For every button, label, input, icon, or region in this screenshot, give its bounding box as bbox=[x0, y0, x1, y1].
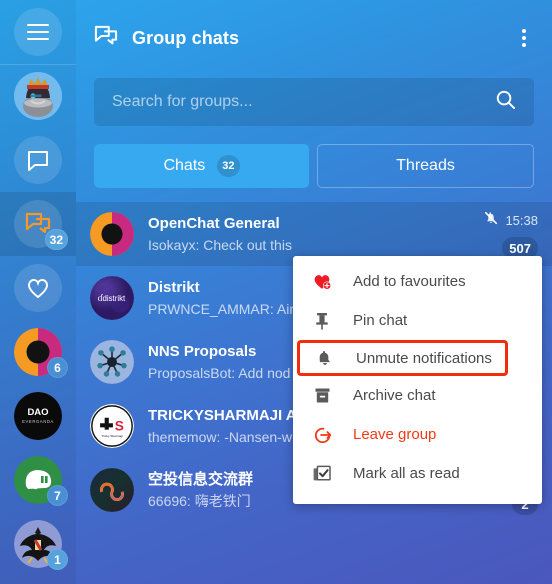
kebab-menu-icon[interactable] bbox=[514, 23, 534, 53]
menu-item-label: Leave group bbox=[353, 426, 437, 443]
tab-bar: Chats 32 Threads bbox=[94, 144, 534, 188]
chat-context-menu: Add to favourites Pin chat Unmute notifi… bbox=[293, 256, 542, 504]
svg-text:Tricky Sharmaji: Tricky Sharmaji bbox=[101, 434, 123, 438]
openchat-logo bbox=[90, 212, 134, 256]
svg-text:S: S bbox=[115, 419, 124, 434]
search-bar[interactable] bbox=[94, 78, 534, 126]
menu-item-label: Archive chat bbox=[353, 387, 436, 404]
rail-item-direct-chats[interactable] bbox=[0, 128, 76, 192]
menu-item-add-to-favourites[interactable]: Add to favourites bbox=[293, 262, 542, 301]
rail-item-favourites[interactable] bbox=[0, 256, 76, 320]
tab-chats[interactable]: Chats 32 bbox=[94, 144, 309, 188]
left-rail: 32 6 DAO EVERGANDA 7 1 bbox=[0, 0, 76, 584]
panel-header: Group chats bbox=[76, 0, 552, 76]
rail-item-community-openchat[interactable]: 6 bbox=[0, 320, 76, 384]
chat-text: OpenChat General Isokayx: Check out this bbox=[148, 214, 475, 255]
chat-name: OpenChat General bbox=[148, 214, 280, 232]
menu-item-label: Unmute notifications bbox=[356, 349, 492, 367]
checkbox-stack-icon bbox=[309, 463, 335, 485]
svg-text:DAO: DAO bbox=[27, 407, 48, 418]
rail-badge-community-ghost: 7 bbox=[47, 485, 68, 506]
chat-bubble-icon bbox=[14, 136, 62, 184]
muted-bell-icon bbox=[483, 210, 499, 231]
menu-item-leave-group[interactable]: Leave group bbox=[293, 415, 542, 454]
svg-text:EVERGANDA: EVERGANDA bbox=[22, 419, 54, 424]
tab-threads-label: Threads bbox=[396, 157, 455, 174]
tab-threads[interactable]: Threads bbox=[317, 144, 534, 188]
rail-item-group-chats[interactable]: 32 bbox=[0, 192, 76, 256]
hamburger-icon bbox=[14, 8, 62, 56]
trickysharmaji-logo: S Tricky Sharmaji bbox=[90, 404, 134, 448]
chat-meta: 15:38 507 bbox=[483, 202, 538, 259]
menu-item-label: Mark all as read bbox=[353, 465, 460, 482]
rail-badge-community-openchat: 6 bbox=[47, 357, 68, 378]
rail-item-community-ghost[interactable]: 7 bbox=[0, 448, 76, 512]
rail-menu-button[interactable] bbox=[0, 0, 76, 64]
menu-item-label: Add to favourites bbox=[353, 273, 466, 290]
menu-item-mark-all-as-read[interactable]: Mark all as read bbox=[293, 454, 542, 493]
rail-item-profile-avatar[interactable] bbox=[0, 64, 76, 128]
menu-item-label: Pin chat bbox=[353, 312, 408, 329]
menu-item-pin-chat[interactable]: Pin chat bbox=[293, 301, 542, 340]
nns-network-logo bbox=[90, 340, 134, 384]
heart-icon bbox=[14, 264, 62, 312]
rail-badge-community-eagle: 1 bbox=[47, 549, 68, 570]
distrikt-logo: distrikt ɗ bbox=[90, 276, 134, 320]
heart-plus-icon bbox=[309, 271, 335, 293]
app-window: 32 6 DAO EVERGANDA 7 1 Group chats Searc… bbox=[0, 0, 552, 584]
chat-time: 15:38 bbox=[505, 213, 538, 228]
chat-preview: Isokayx: Check out this bbox=[148, 236, 292, 253]
svg-text:distrikt: distrikt bbox=[102, 294, 126, 303]
bell-icon bbox=[312, 347, 338, 369]
group-chat-icon bbox=[94, 25, 118, 52]
infinity-logo bbox=[90, 468, 134, 512]
tab-chats-label: Chats bbox=[163, 157, 206, 174]
page-title: Group chats bbox=[132, 27, 240, 48]
tab-chats-count: 32 bbox=[217, 155, 240, 177]
search-input[interactable] bbox=[112, 93, 495, 111]
leave-arrow-icon bbox=[309, 424, 335, 446]
rail-badge-group-chats: 32 bbox=[44, 229, 68, 250]
dao-everganda-logo: DAO EVERGANDA bbox=[14, 392, 62, 440]
menu-item-archive-chat[interactable]: Archive chat bbox=[293, 376, 542, 415]
rail-item-community-dao[interactable]: DAO EVERGANDA bbox=[0, 384, 76, 448]
pin-icon bbox=[309, 310, 335, 332]
rail-item-community-eagle[interactable]: 1 bbox=[0, 512, 76, 576]
menu-item-unmute-notifications[interactable]: Unmute notifications bbox=[297, 340, 508, 376]
user-avatar bbox=[14, 72, 62, 120]
archive-icon bbox=[309, 385, 335, 407]
search-icon[interactable] bbox=[495, 89, 516, 115]
